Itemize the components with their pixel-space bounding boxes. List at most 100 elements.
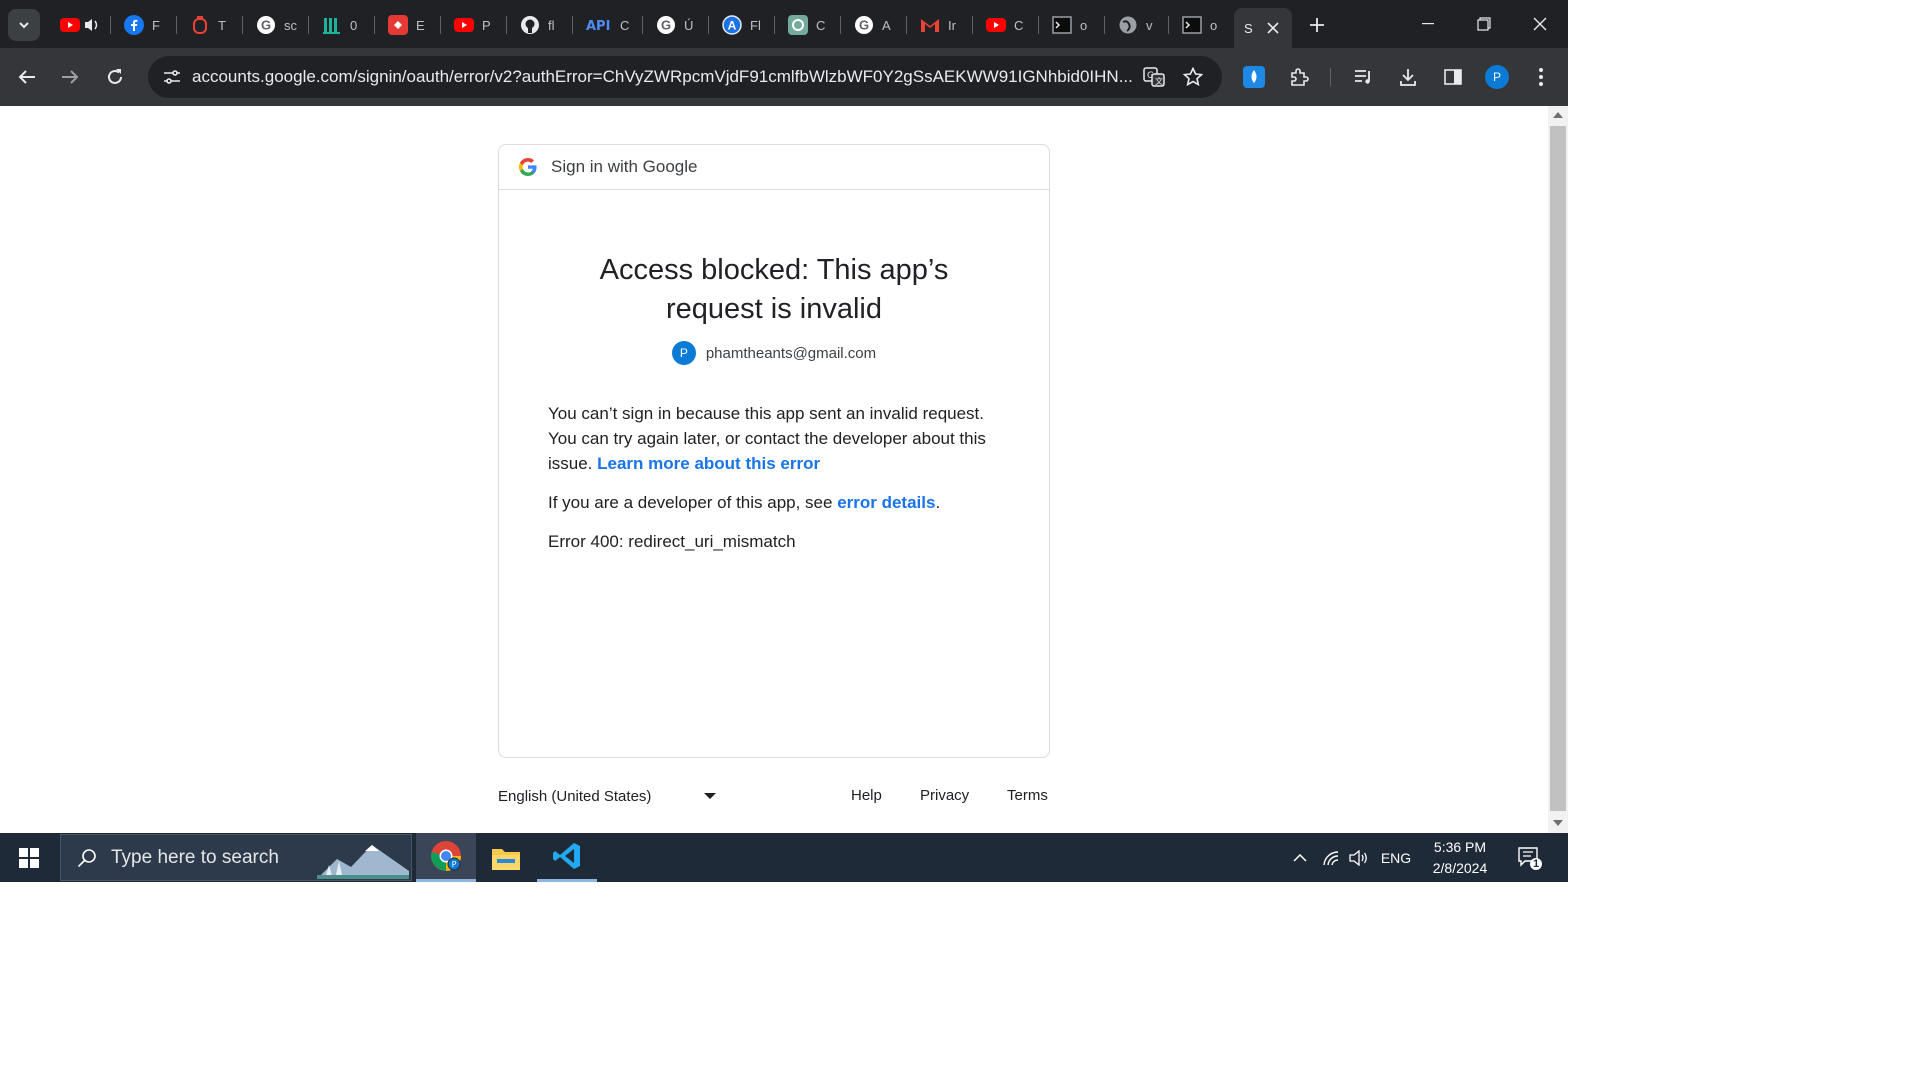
arrow-left-icon [18, 70, 35, 84]
tab-15[interactable]: o [1042, 8, 1094, 42]
windows-logo-icon [19, 847, 39, 868]
page-scrollbar[interactable] [1548, 106, 1568, 833]
tab-2[interactable]: T [180, 8, 232, 42]
tab-title: sc [284, 17, 297, 33]
downloads-button[interactable] [1391, 60, 1425, 94]
extensions-button[interactable] [1282, 60, 1316, 94]
start-button[interactable] [0, 833, 58, 882]
close-window-button[interactable] [1512, 0, 1568, 48]
forward-button[interactable] [53, 60, 87, 94]
toolbar-separator [1330, 68, 1331, 86]
tab-11[interactable]: C [778, 8, 830, 42]
error-details-link[interactable]: error details [837, 493, 935, 512]
reload-button[interactable] [98, 60, 132, 94]
chevron-down-icon [19, 22, 29, 29]
site-info-button[interactable] [156, 61, 188, 93]
chevron-up-icon [1293, 853, 1307, 862]
tab-separator [110, 16, 111, 34]
tab-10[interactable]: A Fl [712, 8, 764, 42]
notifications-button[interactable]: 1 [1510, 833, 1550, 882]
taskbar-clock[interactable]: 5:36 PM 2/8/2024 [1420, 837, 1500, 879]
taskbar-vscode[interactable] [537, 833, 597, 882]
tab-8[interactable]: API C [576, 8, 634, 42]
puzzle-icon [1291, 68, 1309, 86]
tab-active-sign-in[interactable]: S [1234, 8, 1292, 48]
tab-separator [242, 16, 243, 34]
vscode-icon [553, 843, 580, 869]
privacy-link[interactable]: Privacy [920, 787, 969, 804]
svg-text:G: G [261, 18, 271, 33]
tab-1[interactable]: F [114, 8, 166, 42]
restore-button[interactable] [1456, 0, 1512, 48]
new-tab-button[interactable] [1302, 10, 1332, 40]
account-email: phamtheants@gmail.com [705, 344, 877, 362]
tab-title: F [152, 17, 160, 33]
scrollbar-thumb[interactable] [1550, 126, 1566, 811]
terms-link[interactable]: Terms [1007, 787, 1048, 804]
side-panel-button[interactable] [1436, 60, 1470, 94]
scroll-down-icon[interactable] [1553, 820, 1563, 826]
svg-text:API: API [586, 19, 610, 32]
search-placeholder: Type here to search [111, 846, 279, 868]
chrome-menu-button[interactable] [1524, 60, 1558, 94]
tab-13[interactable]: Ir [910, 8, 962, 42]
tab-5[interactable]: E [378, 8, 430, 42]
search-icon [77, 848, 96, 867]
learn-more-link[interactable]: Learn more about this error [597, 454, 820, 473]
tab-3[interactable]: G sc [246, 8, 298, 42]
close-tab-icon[interactable] [1267, 22, 1279, 34]
tab-12[interactable]: G A [844, 8, 896, 42]
tab-17[interactable]: o [1172, 8, 1224, 42]
back-button[interactable] [10, 60, 44, 94]
tab-separator [972, 16, 973, 34]
browser-toolbar: accounts.google.com/signin/oauth/error/v… [0, 48, 1568, 106]
url-text[interactable]: accounts.google.com/signin/oauth/error/v… [192, 67, 1132, 87]
developer-note-suffix: . [935, 493, 941, 512]
media-controls-button[interactable] [1347, 60, 1381, 94]
tab-title: Fl [750, 17, 761, 33]
speaker-icon[interactable] [82, 15, 102, 35]
tab-9[interactable]: G Ú [646, 8, 698, 42]
bookmark-button[interactable] [1177, 61, 1209, 93]
address-bar[interactable]: accounts.google.com/signin/oauth/error/v… [148, 56, 1222, 98]
tab-youtube-audio[interactable] [50, 8, 110, 42]
tab-separator [1168, 16, 1169, 34]
extension-drop-button[interactable] [1237, 60, 1271, 94]
clock-date: 2/8/2024 [1432, 860, 1488, 876]
network-button[interactable] [1318, 833, 1344, 882]
tab-separator [1038, 16, 1039, 34]
tab-4[interactable]: 0 [312, 8, 364, 42]
tab-separator [642, 16, 643, 34]
minimize-icon [1422, 23, 1434, 25]
language-select[interactable]: English (United States) [498, 784, 720, 808]
tab-separator [906, 16, 907, 34]
account-chip[interactable]: P phamtheants@gmail.com [499, 341, 1049, 365]
input-language-indicator[interactable]: ENG [1376, 833, 1416, 882]
svg-text:P: P [452, 860, 457, 869]
terminal-icon [1182, 15, 1202, 35]
tab-14[interactable]: C [976, 8, 1028, 42]
terminal-icon [1052, 15, 1072, 35]
minimize-button[interactable] [1400, 0, 1456, 48]
profile-button[interactable]: P [1480, 60, 1514, 94]
google-logo-icon [519, 158, 537, 176]
help-link[interactable]: Help [851, 787, 882, 804]
tab-separator [1104, 16, 1105, 34]
tab-6[interactable]: P [444, 8, 496, 42]
taskbar-file-explorer[interactable] [476, 833, 536, 882]
api-icon: API [586, 15, 612, 35]
search-highlight-image-icon [317, 845, 409, 879]
show-hidden-icons-button[interactable] [1288, 833, 1312, 882]
translate-button[interactable]: G文 [1138, 61, 1170, 93]
gmail-icon [920, 15, 940, 35]
a-icon: A [722, 15, 742, 35]
taskbar-search[interactable]: Type here to search [60, 834, 412, 881]
tab-16[interactable]: v [1108, 8, 1160, 42]
taskbar-chrome[interactable]: P [416, 833, 476, 882]
volume-button[interactable] [1346, 833, 1372, 882]
tab-title: Ir [948, 17, 956, 33]
tab-separator [774, 16, 775, 34]
tab-7[interactable]: fl [510, 8, 562, 42]
scroll-up-icon[interactable] [1553, 112, 1563, 118]
tab-search-button[interactable] [8, 9, 40, 41]
